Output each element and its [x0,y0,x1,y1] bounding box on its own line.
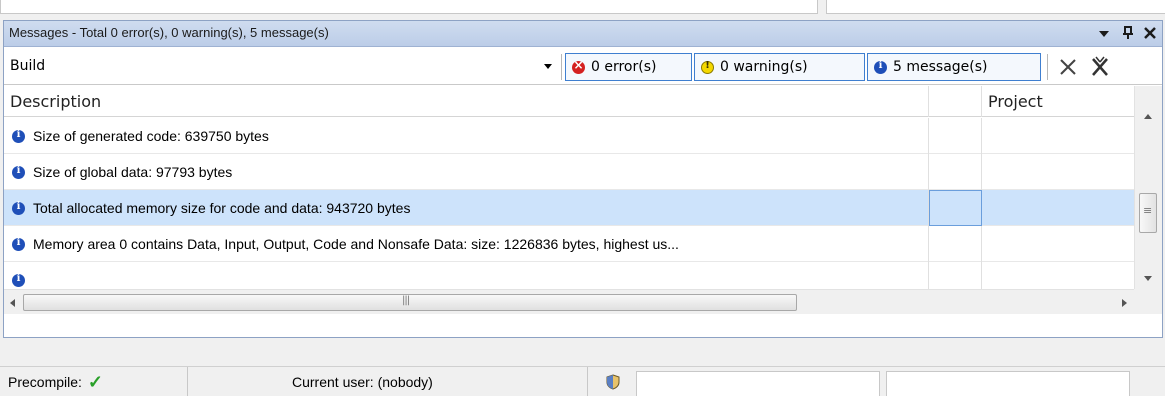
row-project-cell [982,262,1134,289]
scrollbar-corner [1134,289,1162,314]
scroll-right-icon[interactable] [1122,299,1127,307]
security-status[interactable] [594,367,634,396]
grid-header: Description Project [4,86,1134,117]
row-description-cell [4,262,929,289]
warnings-filter-button[interactable]: 0 warning(s) [694,53,865,81]
clear-all-icon[interactable] [1087,54,1113,80]
row-project-cell [982,154,1134,190]
row-project-cell [982,190,1134,226]
toolbar-divider [1047,54,1048,80]
vertical-scroll-thumb[interactable] [1139,193,1157,233]
errors-filter-label: 0 error(s) [591,59,657,75]
row-description-cell: Total allocated memory size for code and… [4,190,929,226]
chevron-down-icon[interactable] [542,60,554,72]
info-icon [12,273,25,287]
clear-icon[interactable] [1055,54,1081,80]
message-category-value: Build [10,58,46,74]
table-row-selected[interactable]: Total allocated memory size for code and… [4,190,1134,226]
panel-menu-dropdown-icon[interactable] [1094,23,1114,43]
info-icon [12,237,25,251]
panel-titlebar: Messages - Total 0 error(s), 0 warning(s… [4,21,1162,47]
row-description: Size of global data: 97793 bytes [33,164,233,180]
top-strip [0,0,1165,17]
table-row[interactable]: Size of global data: 97793 bytes [4,154,1134,190]
row-blank-cell [929,118,982,154]
row-focused-cell[interactable] [929,190,982,226]
messages-panel: Messages - Total 0 error(s), 0 warning(s… [3,20,1163,338]
errors-filter-button[interactable]: 0 error(s) [565,53,692,81]
row-project-cell [982,118,1134,154]
row-description: Total allocated memory size for code and… [33,200,411,216]
top-field-left [0,0,818,14]
row-description-cell: Size of generated code: 639750 bytes [4,118,929,154]
table-row[interactable]: Size of generated code: 639750 bytes [4,118,1134,154]
top-field-right [826,0,1165,14]
current-user-text: Current user: (nobody) [292,374,433,390]
shield-icon [606,374,620,390]
scroll-up-icon[interactable] [1144,114,1152,119]
row-blank-cell [929,262,982,289]
message-category-select[interactable]: Build [6,50,554,81]
info-icon [874,60,887,74]
info-icon [12,129,25,143]
toolbar-divider [561,54,562,80]
row-description: Memory area 0 contains Data, Input, Outp… [33,236,679,252]
row-blank-cell [929,154,982,190]
table-row[interactable]: Memory area 0 contains Data, Input, Outp… [4,226,1134,262]
column-header-blank[interactable] [929,86,982,117]
row-description-cell: Memory area 0 contains Data, Input, Outp… [4,226,929,262]
warning-icon [701,60,714,74]
row-description: Size of generated code: 639750 bytes [33,128,269,144]
panel-title: Messages - Total 0 error(s), 0 warning(s… [9,25,329,40]
messages-filter-button[interactable]: 5 message(s) [867,53,1041,81]
messages-toolbar: Build 0 error(s) 0 warning(s) 5 message(… [4,48,1162,85]
column-header-project[interactable]: Project [982,86,1134,117]
messages-grid: Description Project Size of generated co… [4,86,1134,289]
panel-close-icon[interactable] [1140,23,1160,43]
horizontal-scroll-thumb[interactable] [23,294,797,311]
row-blank-cell [929,226,982,262]
column-header-description[interactable]: Description [4,86,929,117]
status-panel-2 [886,371,1130,396]
row-description-cell: Size of global data: 97793 bytes [4,154,929,190]
info-icon [12,201,25,215]
precompile-status: Precompile: ✓ [0,367,188,396]
scroll-down-icon[interactable] [1144,276,1152,281]
status-bar: Precompile: ✓ Current user: (nobody) [0,366,1165,396]
table-row-partial[interactable] [4,262,1134,289]
row-project-cell [982,226,1134,262]
panel-pin-icon[interactable] [1118,23,1138,43]
info-icon [12,165,25,179]
error-icon [572,58,585,74]
horizontal-scrollbar[interactable] [4,289,1134,314]
vertical-scrollbar[interactable] [1134,86,1162,289]
status-panel-1 [636,371,880,396]
warnings-filter-label: 0 warning(s) [720,59,808,75]
check-icon: ✓ [87,371,104,392]
precompile-label: Precompile: [8,374,82,390]
messages-filter-label: 5 message(s) [893,59,988,75]
current-user-status: Current user: (nobody) [188,367,588,396]
scroll-left-icon[interactable] [10,299,15,307]
